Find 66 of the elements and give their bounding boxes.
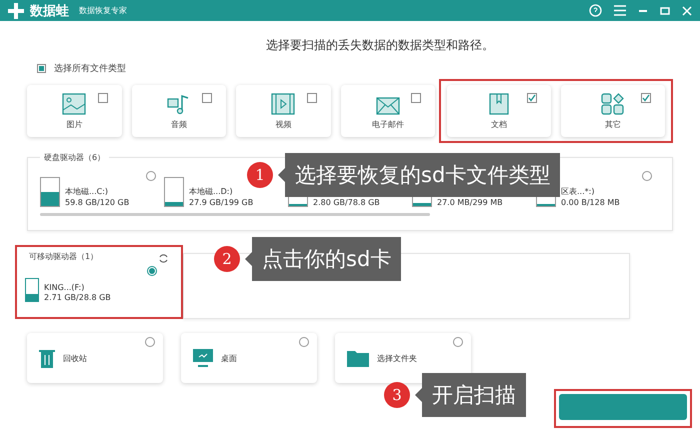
- callout-bubble: 开启扫描: [415, 373, 526, 417]
- radio-button[interactable]: [145, 337, 155, 347]
- step-number: 2: [214, 246, 240, 272]
- grid-shapes-icon: [601, 92, 625, 114]
- radio-button[interactable]: [299, 337, 309, 347]
- checkbox[interactable]: [527, 93, 537, 103]
- radio-button[interactable]: [146, 171, 156, 181]
- file-type-label: 电子邮件: [372, 118, 404, 130]
- radio-button[interactable]: [147, 266, 157, 276]
- location-label: 回收站: [63, 352, 87, 364]
- folder-icon: [347, 349, 369, 367]
- location-label: 选择文件夹: [377, 352, 417, 364]
- drive-usage: 27.0 MB/299 MB: [437, 198, 503, 207]
- file-type-label: 音频: [170, 118, 187, 130]
- app-subtitle: 数据恢复专家: [79, 5, 127, 16]
- film-icon: [271, 92, 296, 114]
- location-card[interactable]: 回收站: [27, 333, 163, 383]
- step-number: 3: [384, 382, 410, 408]
- music-note-icon: [166, 92, 191, 114]
- radio-button[interactable]: [453, 337, 463, 347]
- section-title: 硬盘驱动器（6）: [40, 152, 110, 163]
- file-type-label: 文档: [491, 118, 507, 130]
- app-name: 数据蛙: [30, 2, 69, 20]
- file-type-card[interactable]: 视频: [236, 85, 330, 137]
- location-card[interactable]: 桌面: [181, 333, 317, 383]
- file-type-label: 其它: [605, 118, 621, 130]
- location-label: 桌面: [221, 352, 237, 364]
- maximize-icon[interactable]: [660, 6, 670, 16]
- drive-name: 本地磁...C:): [65, 186, 110, 197]
- file-type-card[interactable]: 其它: [561, 85, 665, 137]
- instruction-heading: 选择要扫描的丢失数据的数据类型和路径。: [265, 37, 495, 54]
- checkbox[interactable]: [641, 93, 651, 103]
- document-icon: [488, 92, 510, 114]
- callout-bubble: 选择要恢复的sd卡文件类型: [278, 153, 560, 197]
- help-icon[interactable]: [589, 4, 602, 17]
- select-all-label: 选择所有文件类型: [54, 62, 126, 75]
- file-type-card[interactable]: 图片: [27, 85, 122, 137]
- file-type-card[interactable]: 文档: [447, 85, 551, 137]
- callout-bubble: 点击你的sd卡: [245, 237, 402, 281]
- drive-usage: 2.80 GB/78.8 GB: [313, 198, 380, 207]
- drive-name: 区表...*:): [561, 186, 596, 197]
- drive-name: 本地磁...D:): [189, 186, 234, 197]
- drive-usage: 27.9 GB/199 GB: [189, 198, 254, 207]
- drive-name: KING...(F:): [44, 283, 86, 292]
- image-icon: [62, 92, 86, 114]
- refresh-icon[interactable]: [158, 253, 169, 264]
- drive-usage: 59.8 GB/120 GB: [65, 198, 130, 207]
- file-type-label: 图片: [66, 118, 82, 130]
- checkbox[interactable]: [202, 93, 212, 103]
- location-card[interactable]: 选择文件夹: [335, 333, 471, 383]
- drive-usage: 2.71 GB/28.8 GB: [44, 293, 111, 302]
- menu-icon[interactable]: [614, 5, 626, 16]
- radio-button[interactable]: [642, 171, 652, 181]
- drive-usage: 0.00 B/128 MB: [561, 198, 620, 207]
- cross-logo-icon: [8, 2, 24, 18]
- checkbox[interactable]: [306, 93, 316, 103]
- file-type-label: 视频: [275, 118, 292, 130]
- checkbox[interactable]: [411, 93, 421, 103]
- close-icon[interactable]: [682, 6, 692, 16]
- scrollbar[interactable]: [40, 213, 430, 216]
- select-all-checkbox[interactable]: [37, 64, 46, 73]
- monitor-icon: [193, 349, 213, 367]
- file-type-card[interactable]: 音频: [132, 85, 226, 137]
- checkbox[interactable]: [98, 93, 108, 103]
- file-type-card[interactable]: 电子邮件: [340, 85, 435, 137]
- trash-icon: [39, 348, 55, 368]
